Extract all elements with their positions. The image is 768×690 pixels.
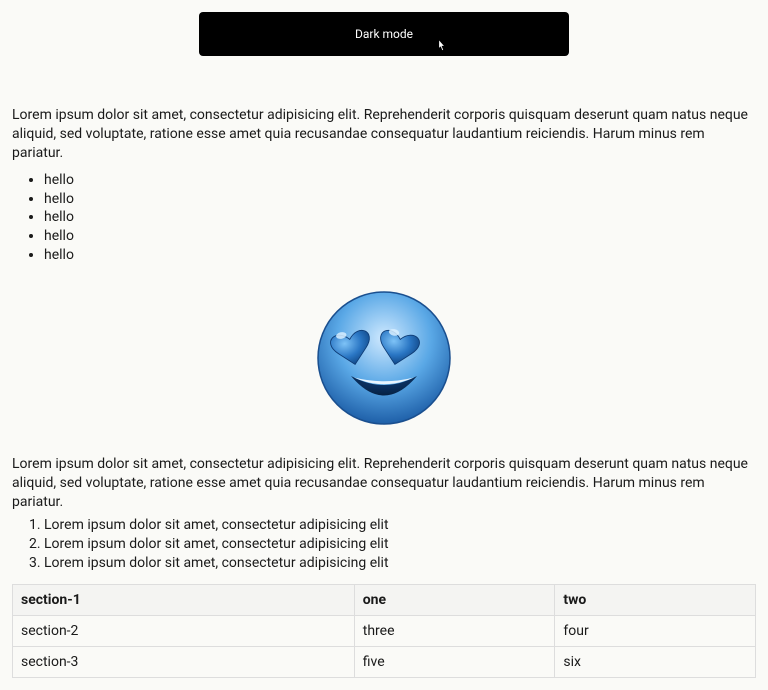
list-item: Lorem ipsum dolor sit amet, consectetur … [44, 535, 756, 554]
list-item: Lorem ipsum dolor sit amet, consectetur … [44, 554, 756, 573]
dark-mode-button[interactable]: Dark mode [199, 12, 569, 56]
list-item: hello [44, 227, 756, 246]
table-cell: three [354, 616, 555, 647]
table-cell: six [555, 647, 756, 678]
table-cell: five [354, 647, 555, 678]
table-cell: section-2 [13, 616, 355, 647]
bullet-list: hello hello hello hello hello [12, 171, 756, 265]
table-header-row: section-1 one two [13, 585, 756, 616]
table-row: section-3 five six [13, 647, 756, 678]
ordered-list: Lorem ipsum dolor sit amet, consectetur … [12, 516, 756, 573]
paragraph-1: Lorem ipsum dolor sit amet, consectetur … [12, 106, 756, 163]
data-table: section-1 one two section-2 three four s… [12, 584, 756, 678]
table-cell: section-3 [13, 647, 355, 678]
list-item: hello [44, 171, 756, 190]
table-header-cell: one [354, 585, 555, 616]
table-row: section-2 three four [13, 616, 756, 647]
table-header-cell: two [555, 585, 756, 616]
table-cell: four [555, 616, 756, 647]
list-item: hello [44, 246, 756, 265]
table-header-cell: section-1 [13, 585, 355, 616]
paragraph-2: Lorem ipsum dolor sit amet, consectetur … [12, 455, 756, 512]
list-item: hello [44, 208, 756, 227]
list-item: hello [44, 190, 756, 209]
heart-eyes-emoji-image [12, 283, 756, 437]
list-item: Lorem ipsum dolor sit amet, consectetur … [44, 516, 756, 535]
